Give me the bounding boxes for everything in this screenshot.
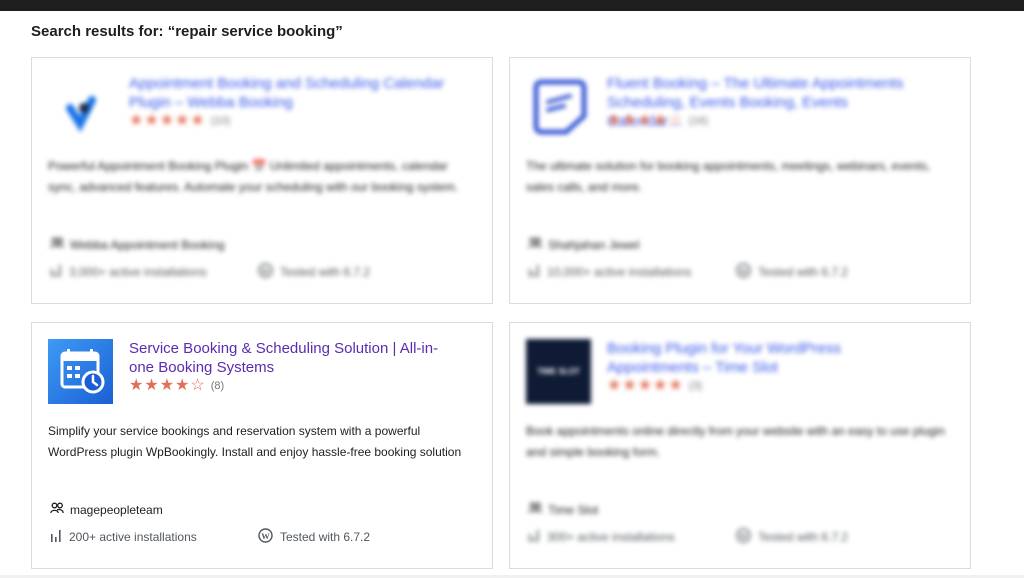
- users-icon: [50, 502, 64, 517]
- plugin-author: magepeopleteam: [50, 502, 163, 517]
- star-rating: ★ ★ ★ ★ ☆ (8): [129, 378, 224, 394]
- star-icon: ★: [622, 377, 637, 394]
- plugin-thumbnail[interactable]: [48, 339, 113, 404]
- bar-chart-icon: [50, 529, 62, 545]
- plugin-description: Simplify your service bookings and reser…: [48, 424, 462, 459]
- author-name: Time Slot: [548, 502, 599, 517]
- star-icon: ★: [607, 377, 622, 394]
- plugin-card[interactable]: Appointment Booking and Scheduling Calen…: [31, 57, 493, 304]
- svg-text:W: W: [739, 266, 748, 276]
- plugin-title[interactable]: Booking Plugin for Your WordPress Appoin…: [607, 339, 927, 377]
- star-icon: ★: [129, 112, 144, 129]
- wordpress-icon: W: [736, 528, 751, 546]
- plugin-description: The ultimate solution for booking appoin…: [526, 159, 931, 194]
- svg-text:W: W: [261, 266, 270, 276]
- star-icon: ★: [607, 112, 622, 129]
- tested-text: Tested with 6.7.2: [758, 265, 849, 279]
- star-icon: ★: [144, 377, 159, 394]
- tested-with: W Tested with 6.7.2: [258, 528, 370, 546]
- star-empty-icon: ☆: [190, 377, 205, 394]
- plugin-meta: 10,000+ active installations W Tested wi…: [528, 263, 848, 281]
- star-icon: ★: [637, 377, 653, 394]
- tested-text: Tested with 6.7.2: [280, 530, 371, 544]
- users-icon: [528, 237, 542, 252]
- installs-text: 3,000+ active installations: [69, 265, 207, 279]
- wordpress-icon: W: [736, 263, 751, 281]
- star-icon: ★: [159, 112, 175, 129]
- plugin-author: Shahjahan Jewel: [528, 237, 639, 252]
- rating-count: (10): [210, 115, 231, 127]
- tested-text: Tested with 6.7.2: [758, 530, 849, 544]
- author-name: magepeopleteam: [70, 502, 163, 517]
- plugin-card[interactable]: TIME SLOT Booking Plugin for Your WordPr…: [509, 322, 971, 569]
- star-icon: ★: [622, 112, 637, 129]
- installs-text: 200+ active installations: [69, 530, 197, 544]
- plugin-thumbnail[interactable]: TIME SLOT: [526, 339, 591, 404]
- star-icon: ★: [637, 112, 653, 129]
- star-icon: ★: [175, 377, 190, 394]
- installs-text: 300+ active installations: [547, 530, 675, 544]
- star-icon: ★: [668, 377, 683, 394]
- plugin-description: Book appointments online directly from y…: [526, 424, 945, 459]
- author-name: Shahjahan Jewel: [548, 237, 640, 252]
- active-installs: 300+ active installations: [528, 529, 736, 545]
- plugin-card[interactable]: Service Booking & Scheduling Solution | …: [31, 322, 493, 569]
- bar-chart-icon: [50, 264, 62, 280]
- plugin-meta: 300+ active installations W Tested with …: [528, 528, 848, 546]
- plugin-thumbnail[interactable]: [526, 74, 591, 139]
- star-rating: ★ ★ ★ ★ ☆ (16): [607, 113, 708, 129]
- author-name: Webba Appointment Booking: [70, 237, 225, 252]
- search-results-title: Search results for: “repair service book…: [31, 23, 343, 40]
- wordpress-icon: W: [258, 263, 273, 281]
- installs-text: 10,000+ active installations: [547, 265, 692, 279]
- bar-chart-icon: [528, 264, 540, 280]
- star-rating: ★ ★ ★ ★ ★ (3): [607, 378, 702, 394]
- plugin-meta: 3,000+ active installations W Tested wit…: [50, 263, 370, 281]
- users-icon: [50, 237, 64, 252]
- star-rating: ★ ★ ★ ★ ★ (10): [129, 113, 230, 129]
- star-icon: ★: [653, 112, 668, 129]
- rating-count: (16): [688, 115, 709, 127]
- tested-text: Tested with 6.7.2: [280, 265, 371, 279]
- star-icon: ★: [129, 377, 144, 394]
- rating-count: (8): [210, 380, 225, 392]
- star-half-icon: ☆: [668, 112, 683, 129]
- active-installs: 10,000+ active installations: [528, 264, 736, 280]
- tested-with: W Tested with 6.7.2: [258, 263, 370, 281]
- wordpress-icon: W: [258, 528, 273, 546]
- bar-chart-icon: [528, 529, 540, 545]
- rating-count: (3): [688, 380, 703, 392]
- star-icon: ★: [159, 377, 175, 394]
- top-bar: [0, 0, 1024, 11]
- users-icon: [528, 502, 542, 517]
- plugin-meta: 200+ active installations W Tested with …: [50, 528, 370, 546]
- active-installs: 3,000+ active installations: [50, 264, 258, 280]
- star-icon: ★: [190, 112, 205, 129]
- plugin-title[interactable]: Appointment Booking and Scheduling Calen…: [129, 74, 449, 112]
- star-icon: ★: [653, 377, 668, 394]
- tested-with: W Tested with 6.7.2: [736, 528, 848, 546]
- svg-text:W: W: [739, 531, 748, 541]
- active-installs: 200+ active installations: [50, 529, 258, 545]
- svg-text:W: W: [261, 531, 270, 541]
- plugin-description: Powerful Appointment Booking Plugin 📅 Un…: [48, 159, 459, 194]
- tested-with: W Tested with 6.7.2: [736, 263, 848, 281]
- plugin-thumbnail[interactable]: [48, 74, 113, 139]
- plugin-card[interactable]: Fluent Booking – The Ultimate Appointmen…: [509, 57, 971, 304]
- star-icon: ★: [175, 112, 190, 129]
- star-icon: ★: [144, 112, 159, 129]
- plugin-title[interactable]: Service Booking & Scheduling Solution | …: [129, 339, 449, 377]
- plugin-author: Webba Appointment Booking: [50, 237, 225, 252]
- plugin-author: Time Slot: [528, 502, 598, 517]
- thumbnail-text: TIME SLOT: [537, 367, 580, 376]
